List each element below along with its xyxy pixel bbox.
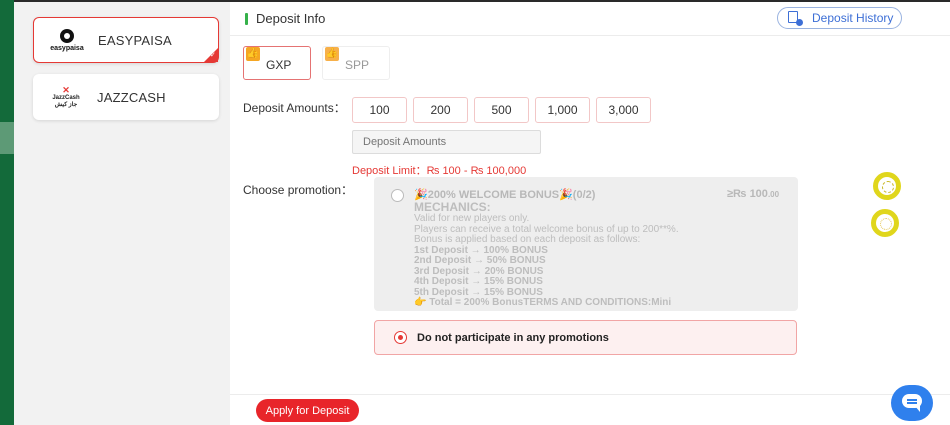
- promotion-description: MECHANICS: Valid for new players only. P…: [414, 201, 714, 309]
- method-jazzcash[interactable]: ✕ JazzCash جاز کیش JAZZCASH: [33, 74, 219, 120]
- jazzcash-logo-subtext: جاز کیش: [54, 101, 78, 108]
- deposit-limit-text: Deposit Limit：₨ 100 - ₨ 100,000: [352, 165, 527, 177]
- thumb-icon: 👍: [325, 47, 339, 61]
- choose-promotion-label: Choose promotion：: [243, 183, 354, 197]
- payment-method-sidebar: easypaisa EASYPAISA ✕ JazzCash جاز کیش J…: [14, 2, 230, 425]
- easypaisa-logo: easypaisa: [48, 25, 86, 55]
- promotion-amount-decimals: .00: [767, 190, 780, 199]
- promotion-welcome-bonus[interactable]: 🎉200% WELCOME BONUS🎉(0/2) ≥₨ 100.00 MECH…: [374, 177, 798, 311]
- promo-line: 👉 Total = 200% BonusTERMS AND CONDITIONS…: [414, 297, 672, 308]
- title-accent-bar: [245, 13, 248, 25]
- panel-header: Deposit Info Deposit History: [230, 2, 950, 36]
- currency-spp[interactable]: 👍 SPP: [322, 46, 390, 80]
- deposit-history-button[interactable]: Deposit History: [777, 7, 902, 29]
- history-icon: [788, 11, 803, 26]
- page-title: Deposit Info: [256, 11, 326, 26]
- promo-line: Bonus is applied based on each deposit a…: [414, 234, 641, 245]
- selected-check-icon: [204, 48, 218, 62]
- easypaisa-logo-text: easypaisa: [50, 44, 84, 52]
- deposit-panel: Deposit Info Deposit History 👍 GXP 👍 SPP…: [230, 2, 950, 425]
- jazzcash-logo-text: JazzCash: [52, 94, 80, 101]
- promo-line: 4th Deposit → 15% BONUS: [414, 276, 543, 287]
- method-easypaisa[interactable]: easypaisa EASYPAISA: [33, 17, 219, 63]
- amount-option[interactable]: 500: [474, 97, 529, 123]
- left-edge-highlight: [0, 122, 14, 154]
- floating-spin-icon[interactable]: [871, 209, 899, 237]
- currency-label: SPP: [345, 58, 370, 72]
- deposit-amount-input[interactable]: [352, 130, 541, 154]
- no-promotion-label: Do not participate in any promotions: [417, 332, 609, 344]
- chat-support-icon[interactable]: [891, 385, 933, 421]
- currency-gxp[interactable]: 👍 GXP: [243, 46, 311, 80]
- no-promotion-option[interactable]: Do not participate in any promotions: [374, 320, 797, 355]
- apply-for-deposit-button[interactable]: Apply for Deposit: [256, 399, 359, 422]
- promo-line: 2nd Deposit → 50% BONUS: [414, 255, 546, 266]
- amount-option[interactable]: 100: [352, 97, 407, 123]
- floating-promo-icon[interactable]: [873, 172, 901, 200]
- promotion-radio[interactable]: [391, 189, 404, 202]
- method-name: JAZZCASH: [97, 89, 166, 105]
- promotion-min-amount: ≥₨ 100.00: [727, 188, 779, 200]
- thumb-icon: 👍: [246, 47, 260, 61]
- deposit-amounts-label: Deposit Amounts：: [243, 101, 346, 115]
- method-name: EASYPAISA: [98, 32, 172, 48]
- amount-option[interactable]: 200: [413, 97, 468, 123]
- amount-option[interactable]: 3,000: [596, 97, 651, 123]
- deposit-history-label: Deposit History: [812, 11, 894, 25]
- amount-option[interactable]: 1,000: [535, 97, 590, 123]
- jazzcash-logo: ✕ JazzCash جاز کیش: [47, 82, 85, 112]
- promotion-title: 🎉200% WELCOME BONUS🎉(0/2): [414, 189, 596, 201]
- no-promotion-radio[interactable]: [394, 331, 407, 344]
- jazzcash-icon: ✕: [62, 84, 70, 95]
- promo-line: Valid for new players only.: [414, 213, 530, 224]
- left-edge-bar: [0, 0, 14, 425]
- currency-label: GXP: [266, 58, 292, 72]
- promotion-amount: ≥₨ 100: [727, 188, 768, 200]
- footer-divider: [230, 394, 950, 395]
- easypaisa-icon: [60, 28, 74, 43]
